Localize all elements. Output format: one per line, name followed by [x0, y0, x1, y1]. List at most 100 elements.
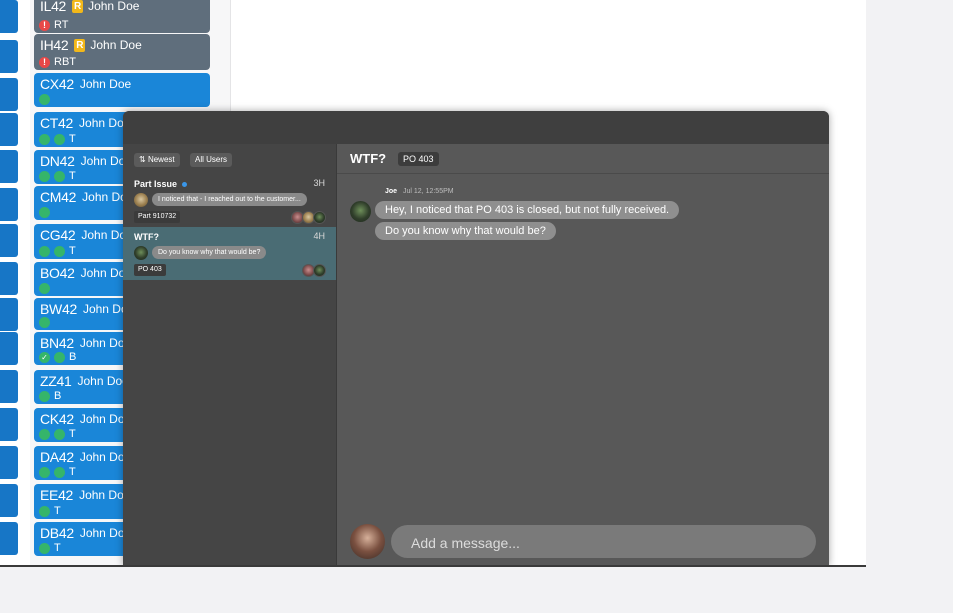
- status-letters: B: [54, 390, 62, 402]
- job-card-header: CT42 John Doe: [40, 115, 130, 131]
- job-card[interactable]: IL42 R John Doe ! RT: [34, 0, 210, 33]
- status-dot: [39, 170, 50, 182]
- job-code: CM42: [40, 189, 77, 205]
- job-card-header: IL42 R John Doe: [40, 0, 139, 14]
- status-letters: T: [69, 170, 76, 182]
- status-letters: T: [69, 133, 76, 145]
- thread-header: WTF? PO 403: [337, 144, 829, 174]
- avatar: [134, 246, 148, 260]
- job-code: DN42: [40, 153, 75, 169]
- status-dot: [39, 505, 50, 517]
- status-dot: [39, 133, 50, 145]
- job-card-header: CG42 John Doe: [40, 227, 133, 243]
- conversation-list-pane: ⇅ Newest All Users Part Issue 3H I notic…: [123, 144, 337, 566]
- sort-arrows-icon: ⇅: [139, 155, 146, 164]
- job-card-status-row: [39, 283, 50, 294]
- edge-tile[interactable]: [0, 224, 18, 257]
- status-dot: [39, 542, 50, 554]
- messages-panel: ⇅ Newest All Users Part Issue 3H I notic…: [123, 111, 829, 566]
- conversation-preview: I noticed that - I reached out to the cu…: [152, 193, 307, 206]
- edge-tile[interactable]: [0, 262, 18, 295]
- check-icon: ✓: [39, 351, 50, 363]
- edge-tile[interactable]: [0, 522, 18, 555]
- avatar: [313, 211, 326, 224]
- job-card-header: DB42 John Doe: [40, 525, 131, 541]
- sort-newest-button[interactable]: ⇅ Newest: [134, 153, 180, 167]
- job-card-header: BN42 John Doe: [40, 335, 131, 351]
- app-window: IL42 R John Doe! RT IH42 R John Doe! RBT CX42 Joh…: [0, 0, 866, 566]
- job-card-header: CK42 John Doe: [40, 411, 131, 427]
- job-card-status-row: T: [39, 170, 76, 182]
- job-code: DB42: [40, 525, 74, 541]
- job-card-header: ZZ41 John Doe: [40, 373, 129, 389]
- r-badge: R: [72, 0, 84, 13]
- edge-tile[interactable]: [0, 0, 18, 33]
- edge-tile[interactable]: [0, 150, 18, 183]
- thread-tag[interactable]: PO 403: [398, 152, 439, 166]
- avatar: [134, 193, 148, 207]
- status-letters: RBT: [54, 56, 76, 68]
- edge-tile[interactable]: [0, 332, 18, 365]
- conversation-item-part-issue[interactable]: Part Issue 3H I noticed that - I reached…: [123, 174, 336, 227]
- edge-tile[interactable]: [0, 446, 18, 479]
- sort-newest-label: Newest: [147, 155, 175, 164]
- job-code: CG42: [40, 227, 76, 243]
- status-dot: [39, 245, 50, 257]
- unread-dot-icon: [182, 182, 188, 188]
- r-badge: R: [74, 38, 86, 52]
- message-input[interactable]: [409, 525, 813, 560]
- edge-tile[interactable]: [0, 188, 18, 221]
- conversation-time: 3H: [313, 178, 325, 188]
- message-composer: [391, 525, 816, 560]
- job-card-header: CM42 John Doe: [40, 189, 134, 205]
- edge-tile[interactable]: [0, 370, 18, 403]
- message-author: Joe: [385, 188, 398, 195]
- status-dot: [54, 428, 65, 440]
- edge-tile[interactable]: [0, 408, 18, 441]
- job-code: IH42: [40, 37, 69, 53]
- status-dot: [39, 207, 50, 218]
- thread-title: WTF?: [350, 151, 387, 166]
- conversation-item-wtf[interactable]: WTF? 4H Do you know why that would be? P…: [123, 227, 336, 280]
- job-code: BO42: [40, 265, 75, 281]
- job-card-status-row: ! RBT: [39, 56, 76, 68]
- status-letters: T: [54, 542, 61, 554]
- conversation-title: Part Issue: [134, 179, 188, 189]
- edge-tile[interactable]: [0, 298, 18, 331]
- job-card-status-row: T: [39, 428, 76, 440]
- participant-avatars: [291, 211, 326, 224]
- edge-tile[interactable]: [0, 484, 18, 517]
- job-card-status-row: B: [39, 390, 61, 402]
- job-card[interactable]: CX42 John Doe: [34, 73, 210, 107]
- status-letters: B: [69, 351, 77, 363]
- conversation-time: 4H: [313, 231, 325, 241]
- job-code: CT42: [40, 115, 74, 131]
- job-code: CX42: [40, 76, 74, 92]
- status-dot: [54, 351, 65, 363]
- job-code: IL42: [40, 0, 67, 14]
- job-code: ZZ41: [40, 373, 72, 389]
- assignee-name: John Doe: [79, 77, 132, 91]
- thread-pane: WTF? PO 403 Joe Jul 12, 12:55PM Hey, I n…: [337, 144, 829, 566]
- job-card[interactable]: IH42 R John Doe ! RBT: [34, 34, 210, 70]
- all-users-filter-button[interactable]: All Users: [190, 153, 233, 167]
- edge-tile[interactable]: [0, 78, 18, 111]
- assignee-name: John Doe: [90, 38, 142, 52]
- job-card-status-row: ! RT: [39, 19, 68, 31]
- conversation-tag: Part 910732: [134, 211, 181, 223]
- job-card-header: BO42 John Doe: [40, 265, 132, 281]
- job-code: CK42: [40, 411, 74, 427]
- job-card-status-row: ✓ B: [39, 351, 76, 363]
- job-code: DA42: [40, 449, 74, 465]
- messages-panel-header: [123, 111, 829, 144]
- job-card-status-row: T: [39, 542, 61, 554]
- conversation-title: WTF?: [134, 232, 159, 242]
- assignee-name: John Doe: [88, 0, 140, 13]
- conversation-tag: PO 403: [134, 264, 166, 276]
- edge-tile[interactable]: [0, 113, 18, 146]
- conversation-preview: Do you know why that would be?: [152, 246, 267, 259]
- edge-tile[interactable]: [0, 40, 18, 73]
- message-bubble: Do you know why that would be?: [375, 222, 556, 240]
- job-card-status-row: T: [39, 133, 76, 145]
- status-letters: T: [69, 245, 76, 257]
